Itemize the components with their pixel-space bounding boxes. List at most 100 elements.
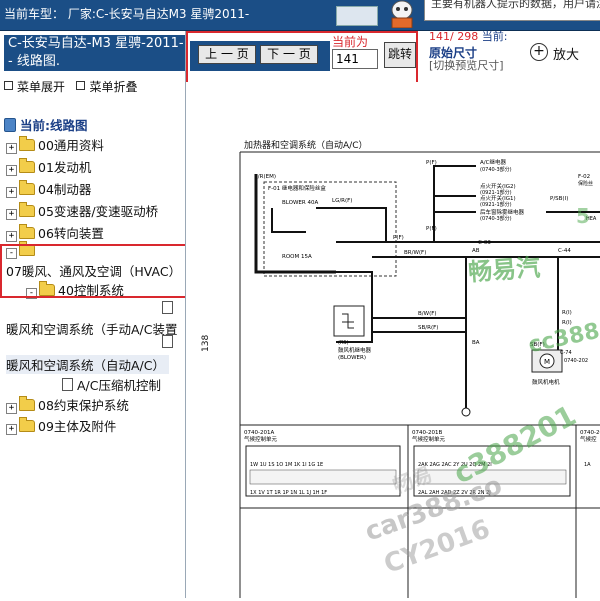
tree-item-ac-compressor[interactable]: A/C压缩机控制 — [62, 375, 161, 394]
jump-button[interactable]: 跳转 — [384, 42, 416, 68]
page-nav-group: 上 一 页 下 一 页 当前为 跳转 — [186, 31, 418, 85]
page-info: 141/ 298 当前: — [429, 28, 529, 44]
label-conn-b: 0740-201B — [412, 430, 442, 436]
label-switch1-code: (0921-1部分) — [480, 189, 512, 196]
toolbar: 上 一 页 下 一 页 当前为 跳转 141/ 298 当前: 原始尺寸 [切换… — [186, 28, 600, 85]
relay-coil-icon — [342, 313, 354, 329]
tree-item-label: A/C压缩机控制 — [77, 378, 161, 393]
page-count: 141/ 298 — [429, 30, 479, 43]
mascot-icon — [391, 0, 413, 28]
label-hea: HEA — [586, 216, 597, 222]
zoom-label: 放大 — [553, 48, 580, 63]
prev-page-button[interactable]: 上 一 页 — [198, 45, 256, 64]
tree-item-label: 暖风和空调系统（自动A/C） — [6, 358, 165, 373]
tree-item-label: 04制动器 — [38, 182, 92, 197]
folder-icon — [19, 136, 35, 151]
pins-a-row1: 1W 1U 1S 1O 1M 1K 1I 1G 1E — [250, 462, 323, 468]
tree-item-label: 05变速器/变速驱动桥 — [38, 204, 159, 219]
wire-relay — [336, 271, 373, 343]
page-number-input[interactable] — [332, 49, 378, 69]
label-pf2: P(F) — [426, 160, 437, 166]
zoom-in-button[interactable]: + 放大 — [528, 41, 600, 63]
tree-item-09[interactable]: +09主体及附件 — [6, 416, 116, 435]
square-icon — [4, 81, 13, 90]
notice-text: 主要有机器人提示的数据，用户请注意 — [431, 0, 600, 10]
label-brwf: BR/W(F) — [404, 250, 426, 256]
tree-item-04[interactable]: +04制动器 — [6, 179, 91, 198]
tree-item-manual-ac[interactable]: 暖风和空调系统（手动A/C装置 — [6, 319, 178, 338]
notice-box: 主要有机器人提示的数据，用户请注意 — [424, 0, 600, 21]
tree-item-00[interactable]: +00通用资料 — [6, 135, 104, 154]
pin-grid-b — [417, 469, 567, 485]
label-conn-a: 0740-201A — [244, 430, 274, 436]
folder-icon — [19, 202, 35, 217]
label-pf3: P(F) — [426, 226, 437, 232]
breadcrumb: 当前车型： 厂家:C-长安马自达M3 星骋2011- — [4, 7, 250, 21]
tree-item-label: 00通用资料 — [38, 138, 104, 153]
pins-b-row2: 2AL 2AH 2AD 2Z 2V 2R 2N 2J — [418, 490, 491, 496]
label-blower-relay: 鼓风机继电器 — [338, 346, 372, 354]
folder-icon — [19, 158, 35, 173]
label-c44: C-44 — [558, 248, 571, 254]
document-icon — [162, 335, 173, 348]
model-title: C-长安马自达-M3 星骋-2011-- 线路图. — [4, 35, 185, 71]
tree-root[interactable]: 当前:线路图 — [4, 115, 88, 134]
plus-icon: + — [6, 209, 17, 220]
label-ba: BA — [472, 340, 480, 346]
label-switch2: 点火开关(IG1) — [480, 194, 516, 202]
plus-icon: + — [6, 424, 17, 435]
page-current-short: 当前: — [481, 30, 508, 43]
menu-row: 菜单展开 菜单折叠 — [4, 78, 137, 95]
square-icon — [76, 81, 86, 90]
pins-a-row2: 1X 1V 1T 1R 1P 1N 1L 1J 1H 1F — [250, 490, 327, 496]
doc-marker — [162, 301, 177, 316]
label-ri2: R(I) — [562, 320, 572, 326]
fuse-box — [263, 181, 397, 277]
current-page-label: 当前为 — [332, 35, 369, 49]
plus-icon: + — [6, 165, 17, 176]
zoom-icon: + — [530, 43, 548, 61]
top-bar: 当前车型： 厂家:C-长安马自达M3 星骋2011- 主要有机器人提示的数据，用… — [0, 0, 600, 31]
label-blower-motor: 鼓风机电机 — [532, 378, 560, 386]
label-switch1: 点火开关(IG2) — [480, 182, 516, 190]
tree-item-05[interactable]: +05变速器/变速驱动桥 — [6, 201, 158, 220]
menu-expand-button[interactable]: 菜单展开 — [4, 80, 65, 94]
menu-collapse-label: 菜单折叠 — [89, 80, 138, 94]
tree-item-01[interactable]: +01发动机 — [6, 157, 91, 176]
tree-item-label: 08约束保护系统 — [38, 398, 129, 413]
tree-item-06[interactable]: +06转向装置 — [6, 223, 104, 242]
label-c40202: 0740-202 — [564, 358, 588, 364]
label-room-fuse: ROOM 15A — [282, 254, 312, 260]
label-defog-code: (0740-3部分) — [480, 215, 512, 222]
label-sbrf: SB/R(F) — [418, 325, 438, 331]
label-conn-c: 0740-201 — [580, 430, 600, 436]
label-ab: AB — [472, 248, 480, 254]
label-ac-relay: A/C继电器 — [480, 158, 506, 166]
tree-item-label: 01发动机 — [38, 160, 92, 175]
tree-item-label: 09主体及附件 — [38, 419, 117, 434]
tree-root-label: 当前:线路图 — [20, 118, 88, 133]
pin-grid-a — [249, 469, 397, 485]
label-defog: 后车窗除雾继电器 — [480, 208, 525, 216]
switch-preview-size-link[interactable]: [切换预览尺寸] — [429, 59, 517, 72]
label-blower-relay-en: (BLOWER) — [338, 355, 366, 361]
label-psb: P/SB(I) — [550, 196, 568, 202]
tree-item-auto-ac[interactable]: 暖风和空调系统（自动A/C） — [6, 355, 169, 374]
folder-icon — [19, 396, 35, 411]
document-icon — [62, 378, 73, 391]
folder-icon — [19, 224, 35, 239]
tree-item-08[interactable]: +08约束保护系统 — [6, 395, 129, 414]
wire-ac-relay — [433, 165, 476, 242]
diagram-title: 加热器和空调系统（自动A/C） — [244, 139, 367, 151]
next-page-button[interactable]: 下 一 页 — [260, 45, 318, 64]
label-ac-relay-code: (0740-3部分) — [480, 166, 512, 173]
pins-b-row1: 2AK 2AG 2AC 2Y 2U 2Q 2M 2I — [418, 462, 492, 468]
plus-icon: + — [6, 143, 17, 154]
wiring-diagram[interactable]: 加热器和空调系统（自动A/C） 138 B/R(EM) F-01 继电器和保险丝… — [186, 82, 600, 598]
label-c03: C-03 — [478, 240, 491, 246]
label-sb-top: SB(F) — [530, 342, 545, 348]
menu-collapse-button[interactable]: 菜单折叠 — [76, 80, 137, 94]
folder-icon — [19, 417, 35, 432]
label-switch2-code: (0921-1部分) — [480, 201, 512, 208]
folder-icon — [19, 180, 35, 195]
